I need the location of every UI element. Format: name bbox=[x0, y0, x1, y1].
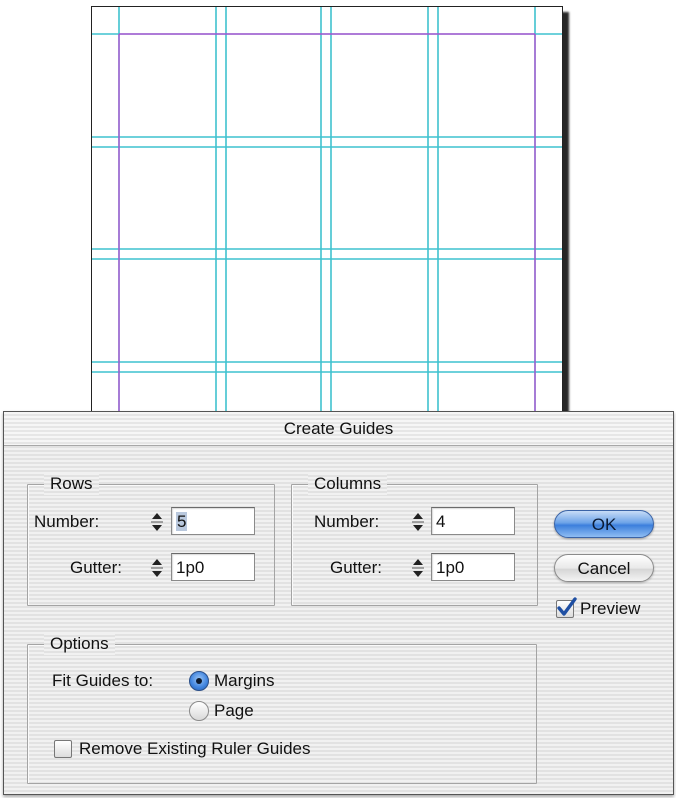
rows-group: Rows Number: 5 Gutter: 1p0 bbox=[27, 473, 275, 606]
page-radio-label: Page bbox=[214, 701, 254, 720]
fit-guides-label: Fit Guides to: bbox=[52, 671, 154, 690]
columns-number-input[interactable]: 4 bbox=[431, 507, 515, 535]
rows-gutter-value: 1p0 bbox=[176, 558, 205, 577]
columns-group: Columns Number: 4 Gutter: 1p0 bbox=[291, 473, 538, 606]
rows-number-label: Number: bbox=[34, 512, 100, 531]
stepper-icon[interactable] bbox=[409, 556, 427, 580]
columns-number-value: 4 bbox=[436, 512, 446, 531]
options-legend: Options bbox=[44, 633, 115, 655]
rows-number-value: 5 bbox=[176, 512, 188, 531]
guides-canvas bbox=[92, 7, 562, 427]
columns-number-label: Number: bbox=[314, 512, 380, 531]
columns-legend: Columns bbox=[308, 473, 388, 495]
margins-radio[interactable] bbox=[189, 671, 209, 691]
checkmark-icon bbox=[557, 597, 577, 616]
rows-gutter-label: Gutter: bbox=[70, 558, 122, 577]
dialog-title: Create Guides bbox=[4, 412, 673, 446]
rows-gutter-input[interactable]: 1p0 bbox=[171, 553, 255, 581]
ok-button[interactable]: OK bbox=[554, 510, 654, 538]
remove-guides-checkbox[interactable] bbox=[54, 740, 72, 758]
dialog-body: Rows Number: 5 Gutter: 1p0 Columns Numbe… bbox=[4, 446, 673, 794]
create-guides-dialog: Create Guides Rows Number: 5 Gutter: 1p0… bbox=[3, 411, 674, 795]
page-preview bbox=[91, 6, 563, 428]
rows-number-input[interactable]: 5 bbox=[171, 507, 255, 535]
columns-gutter-value: 1p0 bbox=[436, 558, 465, 577]
stepper-icon[interactable] bbox=[148, 556, 166, 580]
options-group: Options Fit Guides to: Margins Page Remo… bbox=[27, 633, 537, 784]
columns-gutter-label: Gutter: bbox=[330, 558, 382, 577]
preview-checkbox[interactable] bbox=[556, 597, 577, 618]
preview-label: Preview bbox=[580, 599, 641, 618]
remove-guides-label: Remove Existing Ruler Guides bbox=[79, 739, 311, 758]
columns-gutter-input[interactable]: 1p0 bbox=[431, 553, 515, 581]
page-radio[interactable] bbox=[189, 701, 209, 721]
stepper-icon[interactable] bbox=[409, 510, 427, 534]
rows-legend: Rows bbox=[44, 473, 99, 495]
stepper-icon[interactable] bbox=[148, 510, 166, 534]
cancel-button[interactable]: Cancel bbox=[554, 554, 654, 582]
margins-radio-label: Margins bbox=[214, 671, 275, 690]
